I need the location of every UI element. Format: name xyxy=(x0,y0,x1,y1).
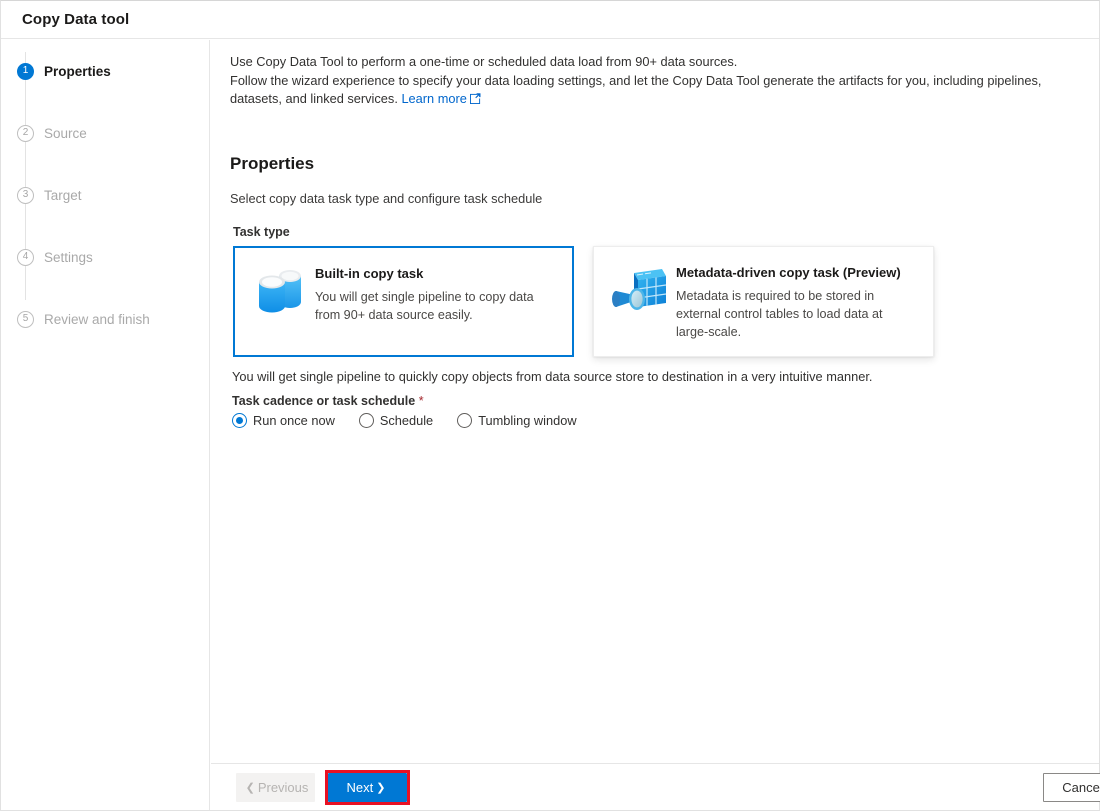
wizard-step-sidebar: 1 Properties 2 Source 3 Target 4 Setting… xyxy=(1,40,210,810)
radio-label: Tumbling window xyxy=(478,413,577,428)
radio-schedule[interactable]: Schedule xyxy=(358,413,434,428)
step-number-badge: 3 xyxy=(17,186,34,204)
task-type-label: Task type xyxy=(233,225,290,239)
radio-circle-icon xyxy=(232,413,247,428)
radio-run-once-now[interactable]: Run once now xyxy=(232,413,335,428)
sidebar-item-source[interactable]: 2 Source xyxy=(17,122,87,144)
radio-tumbling-window[interactable]: Tumbling window xyxy=(457,413,577,428)
section-title: Properties xyxy=(230,154,315,173)
sidebar-item-review-and-finish[interactable]: 5 Review and finish xyxy=(17,308,150,330)
dialog-footer: ❮ Previous Next ❯ Cancel xyxy=(211,763,1100,810)
learn-more-link[interactable]: Learn more xyxy=(401,91,466,106)
step-number-badge: 5 xyxy=(17,310,34,328)
cancel-button-label: Cancel xyxy=(1062,780,1100,795)
sidebar-item-settings[interactable]: 4 Settings xyxy=(17,246,93,268)
main-content: Use Copy Data Tool to perform a one-time… xyxy=(211,40,1099,763)
step-number-badge: 1 xyxy=(17,62,34,80)
sidebar-item-label: Review and finish xyxy=(44,311,150,327)
step-number-badge: 4 xyxy=(17,248,34,266)
task-cadence-radio-group: Run once now Schedule Tumbling window xyxy=(232,413,601,428)
task-type-card-built-in-copy-task[interactable]: Built-in copy task You will get single p… xyxy=(233,246,574,357)
card-text-block: Metadata-driven copy task (Preview) Meta… xyxy=(676,265,901,341)
radio-label: Run once now xyxy=(253,413,335,428)
radio-circle-icon xyxy=(457,413,473,428)
sidebar-item-label: Source xyxy=(44,125,87,141)
sidebar-item-label: Target xyxy=(44,187,82,203)
page-title: Copy Data tool xyxy=(22,11,130,28)
previous-button[interactable]: ❮ Previous xyxy=(236,773,315,802)
task-cadence-label-text: Task cadence or task schedule xyxy=(232,394,416,408)
copy-data-tool-dialog: Copy Data tool 1 Properties 2 Source 3 T… xyxy=(0,0,1100,811)
card-text-block: Built-in copy task You will get single p… xyxy=(315,266,545,324)
intro-line-2: Follow the wizard experience to specify … xyxy=(230,72,1042,107)
card-description: Metadata is required to be stored in ext… xyxy=(676,289,883,339)
sidebar-item-target[interactable]: 3 Target xyxy=(17,184,82,206)
card-title: Built-in copy task xyxy=(315,266,424,281)
intro-line-1: Use Copy Data Tool to perform a one-time… xyxy=(230,54,738,69)
radio-label: Schedule xyxy=(379,413,434,428)
external-link-icon xyxy=(469,91,481,110)
sidebar-item-label: Settings xyxy=(44,249,93,265)
chevron-right-icon: ❯ xyxy=(376,782,386,794)
radio-circle-icon xyxy=(358,413,374,428)
chevron-left-icon: ❮ xyxy=(245,782,255,794)
required-asterisk: * xyxy=(418,394,424,408)
next-button[interactable]: Next ❯ xyxy=(328,773,407,802)
task-type-card-metadata-driven-copy-task[interactable]: Metadata-driven copy task (Preview) Meta… xyxy=(593,246,934,357)
step-number-badge: 2 xyxy=(17,124,34,142)
sidebar-item-properties[interactable]: 1 Properties xyxy=(17,60,111,82)
card-title: Metadata-driven copy task (Preview) xyxy=(676,265,901,280)
metadata-table-magnifier-icon xyxy=(612,265,670,322)
task-cadence-label: Task cadence or task schedule * xyxy=(232,394,424,408)
sidebar-item-label: Properties xyxy=(44,63,111,79)
task-type-note: You will get single pipeline to quickly … xyxy=(232,369,873,384)
database-cylinders-icon xyxy=(253,266,309,323)
next-button-label: Next xyxy=(346,780,374,795)
intro-text: Use Copy Data Tool to perform a one-time… xyxy=(230,53,1085,110)
cancel-button[interactable]: Cancel xyxy=(1043,773,1100,802)
section-subtitle: Select copy data task type and configure… xyxy=(230,191,543,206)
dialog-header: Copy Data tool xyxy=(1,1,1099,39)
previous-button-label: Previous xyxy=(257,780,309,795)
radio-dot xyxy=(236,417,243,424)
card-description: You will get single pipeline to copy dat… xyxy=(315,290,534,322)
